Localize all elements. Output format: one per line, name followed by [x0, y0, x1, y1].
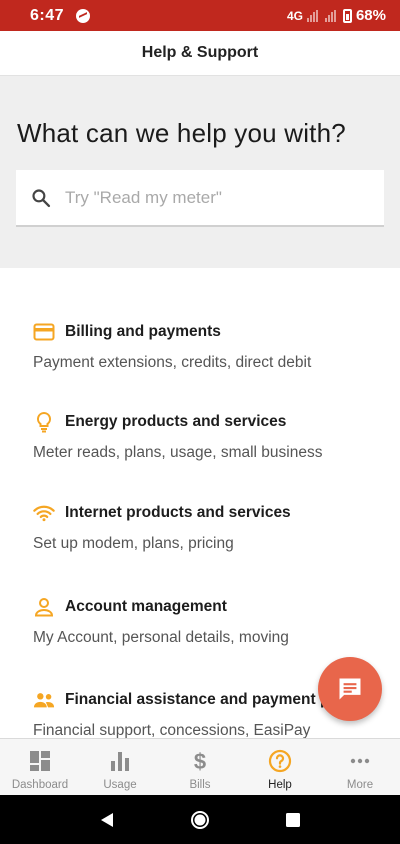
network-label: 4G: [286, 8, 303, 23]
category-title: Billing and payments: [65, 323, 221, 340]
signal-icon: [306, 9, 319, 22]
tab-label: Help: [268, 779, 292, 791]
svg-text:$: $: [194, 749, 206, 773]
search-box[interactable]: [16, 170, 384, 227]
chat-icon: [339, 678, 361, 700]
category-subtitle: My Account, personal details, moving: [33, 629, 289, 646]
category-billing[interactable]: Billing and payments Payment extensions,…: [0, 320, 400, 404]
category-title: Internet products and services: [65, 504, 291, 521]
status-bar: 6:47 4G 68%: [0, 0, 400, 31]
tab-more[interactable]: More: [320, 739, 400, 796]
help-circle-icon: [268, 749, 292, 773]
category-subtitle: Financial support, concessions, EasiPay: [33, 722, 311, 738]
tab-usage[interactable]: Usage: [80, 739, 160, 796]
status-time: 6:47: [30, 6, 65, 24]
tab-label: Usage: [103, 779, 137, 791]
category-head: Energy products and services: [33, 410, 286, 434]
page-title: Help & Support: [141, 44, 259, 61]
tab-dashboard[interactable]: Dashboard: [0, 739, 80, 796]
category-head: Billing and payments: [33, 320, 221, 344]
category-head: Financial assistance and payment p: [33, 688, 329, 712]
dashboard-icon: [28, 749, 52, 773]
messenger-icon: [76, 8, 91, 23]
tab-help[interactable]: Help: [240, 739, 320, 796]
category-head: Internet products and services: [33, 501, 291, 525]
tab-bills[interactable]: $ Bills: [160, 739, 240, 796]
chat-button[interactable]: [318, 657, 382, 721]
search-icon: [32, 188, 51, 207]
category-title: Account management: [65, 598, 227, 615]
battery-icon: [342, 8, 352, 23]
person-icon: [33, 596, 55, 618]
category-subtitle: Set up modem, plans, pricing: [33, 535, 234, 552]
battery-percent: 68%: [355, 7, 386, 24]
status-right: 4G 68%: [287, 7, 386, 24]
help-hero: What can we help you with?: [0, 76, 400, 268]
category-subtitle: Meter reads, plans, usage, small busines…: [33, 444, 323, 461]
more-dots-icon: [348, 749, 372, 773]
recents-icon[interactable]: [281, 808, 305, 832]
home-icon[interactable]: [188, 808, 212, 832]
lightbulb-icon: [33, 411, 55, 433]
tab-label: More: [346, 779, 374, 791]
app-header: Help & Support: [0, 31, 400, 76]
category-energy[interactable]: Energy products and services Meter reads…: [0, 410, 400, 494]
back-icon[interactable]: [95, 808, 119, 832]
category-head: Account management: [33, 595, 227, 619]
tab-label: Bills: [189, 779, 211, 791]
category-title: Energy products and services: [65, 413, 287, 430]
system-nav-bar: [0, 795, 400, 844]
category-internet[interactable]: Internet products and services Set up mo…: [0, 501, 400, 585]
search-input[interactable]: [65, 187, 355, 208]
category-subtitle: Payment extensions, credits, direct debi…: [33, 354, 312, 371]
group-icon: [33, 689, 55, 711]
wifi-icon: [33, 502, 55, 524]
bottom-tab-bar: Dashboard Usage $ Bills Help More: [0, 738, 400, 795]
credit-card-icon: [33, 321, 55, 343]
signal-icon-2: [324, 9, 337, 22]
tab-label: Dashboard: [11, 779, 69, 791]
bar-chart-icon: [108, 749, 132, 773]
hero-heading: What can we help you with?: [17, 118, 346, 148]
category-title: Financial assistance and payment p: [65, 691, 330, 708]
dollar-icon: $: [188, 749, 212, 773]
